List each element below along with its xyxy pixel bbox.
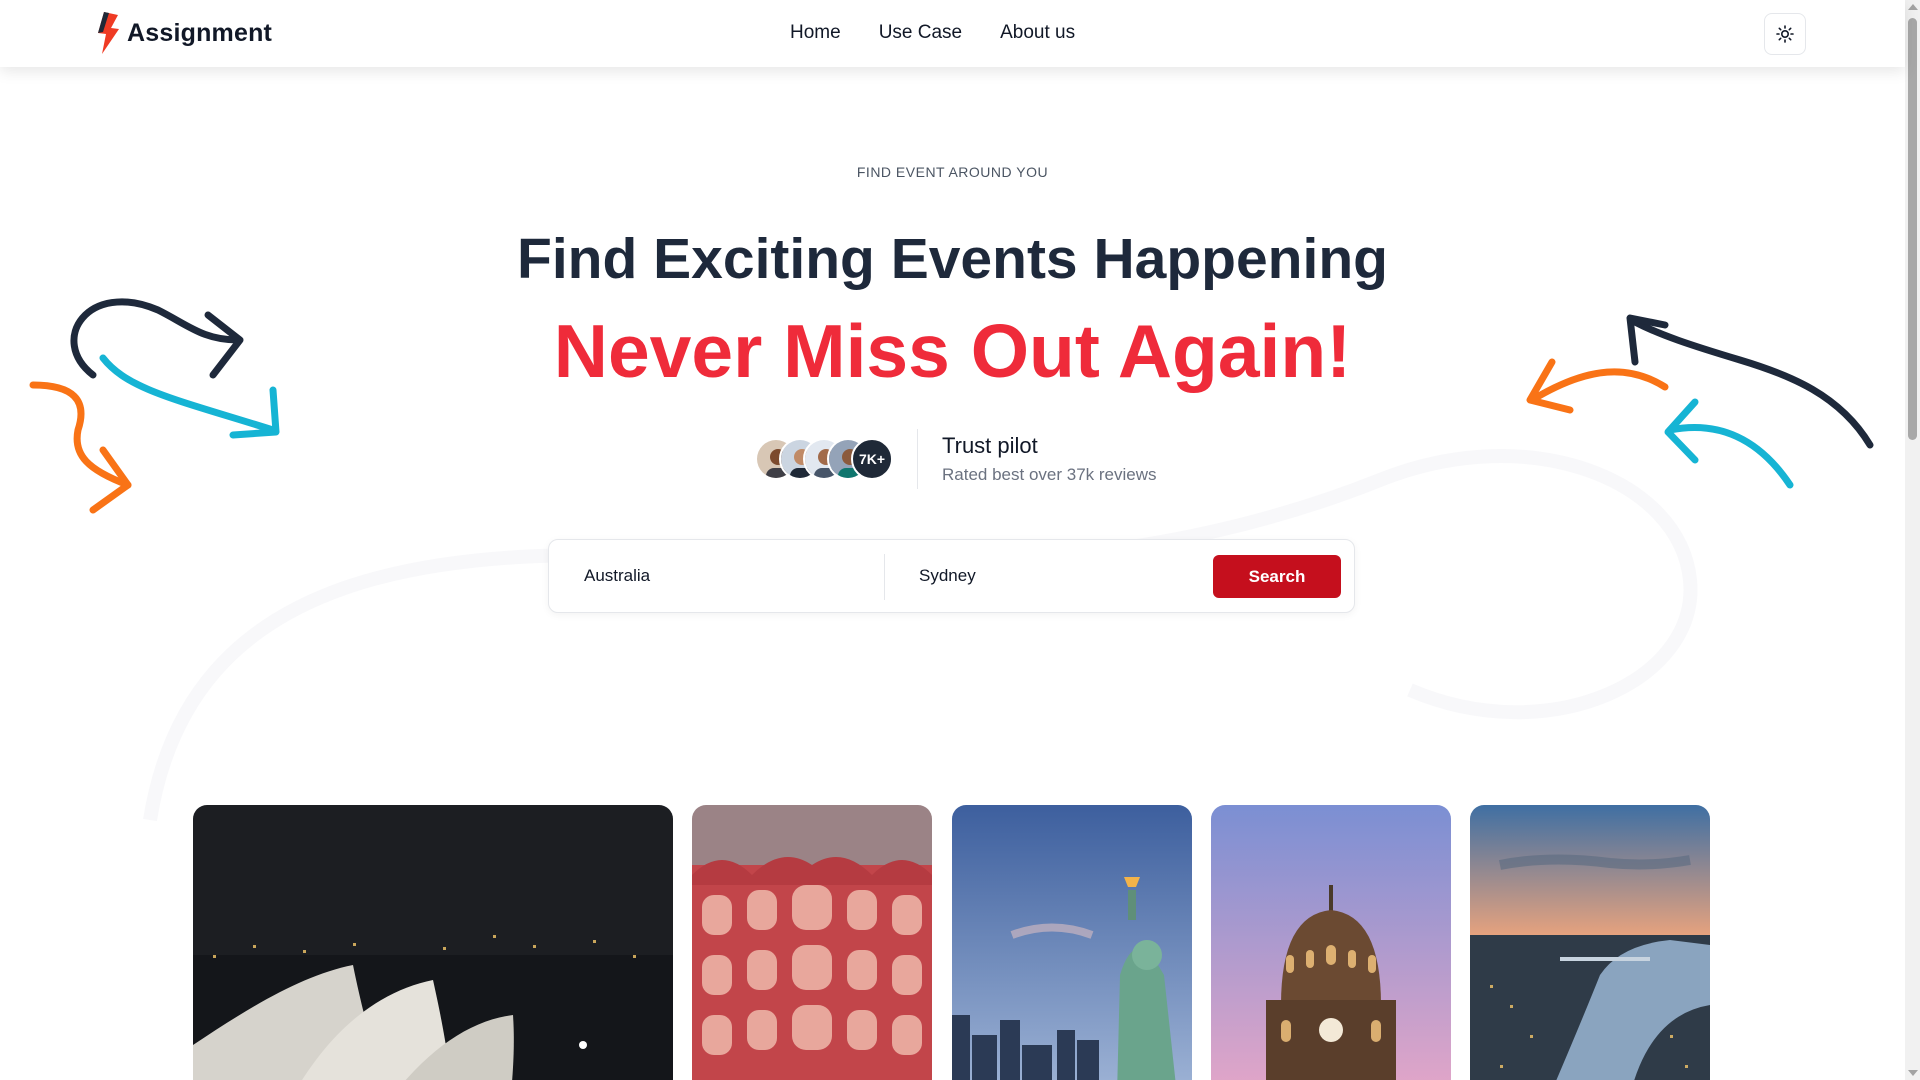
scroll-up-arrow-icon[interactable] <box>1908 4 1918 10</box>
lightning-logo-icon <box>98 12 119 54</box>
trust-title: Trust pilot <box>942 433 1038 458</box>
nav-about-us[interactable]: About us <box>1000 22 1075 44</box>
search-bar: Search <box>548 539 1355 613</box>
london-thames-image <box>1470 805 1710 1080</box>
sun-icon <box>1776 25 1794 43</box>
card-hawa-mahal[interactable] <box>692 805 932 1080</box>
brand-name: Assignment <box>127 18 273 47</box>
hero-eyebrow: FIND EVENT AROUND YOU <box>856 164 1049 180</box>
avatar-group: 7K+ <box>755 438 893 480</box>
search-divider <box>884 554 885 600</box>
page-scrollbar[interactable] <box>1905 0 1920 1080</box>
nav-use-case[interactable]: Use Case <box>879 22 962 44</box>
scroll-thumb[interactable] <box>1908 18 1917 440</box>
main-nav: Home Use Case About us <box>790 22 1075 44</box>
nav-home[interactable]: Home <box>790 22 841 44</box>
card-sydney-opera-house[interactable] <box>193 805 673 1080</box>
statue-of-liberty-image <box>952 805 1192 1080</box>
city-input[interactable] <box>919 552 1209 600</box>
card-london-thames[interactable] <box>1470 805 1710 1080</box>
country-input[interactable] <box>584 552 874 600</box>
card-chhatrapati-shivaji-terminus[interactable] <box>1211 805 1451 1080</box>
review-count-badge: 7K+ <box>851 438 893 480</box>
hero-subtitle: Never Miss Out Again! <box>553 309 1352 393</box>
theme-toggle-button[interactable] <box>1764 13 1806 55</box>
hero-title: Find Exciting Events Happening <box>517 227 1388 291</box>
hawa-mahal-image <box>692 805 932 1080</box>
sydney-opera-house-image <box>193 805 673 1080</box>
brand[interactable]: Assignment <box>95 12 272 54</box>
search-button[interactable]: Search <box>1213 555 1341 598</box>
navbar: Assignment Home Use Case About us <box>0 0 1905 67</box>
chhatrapati-shivaji-terminus-image <box>1211 805 1451 1080</box>
card-statue-of-liberty[interactable] <box>952 805 1192 1080</box>
trust-text: Trust pilot Rated best over 37k reviews <box>942 433 1157 485</box>
trust-divider <box>917 429 918 489</box>
trust-section: 7K+ Trust pilot Rated best over 37k revi… <box>755 428 1157 490</box>
scroll-down-arrow-icon[interactable] <box>1908 1070 1918 1076</box>
trust-subtitle: Rated best over 37k reviews <box>942 465 1157 484</box>
